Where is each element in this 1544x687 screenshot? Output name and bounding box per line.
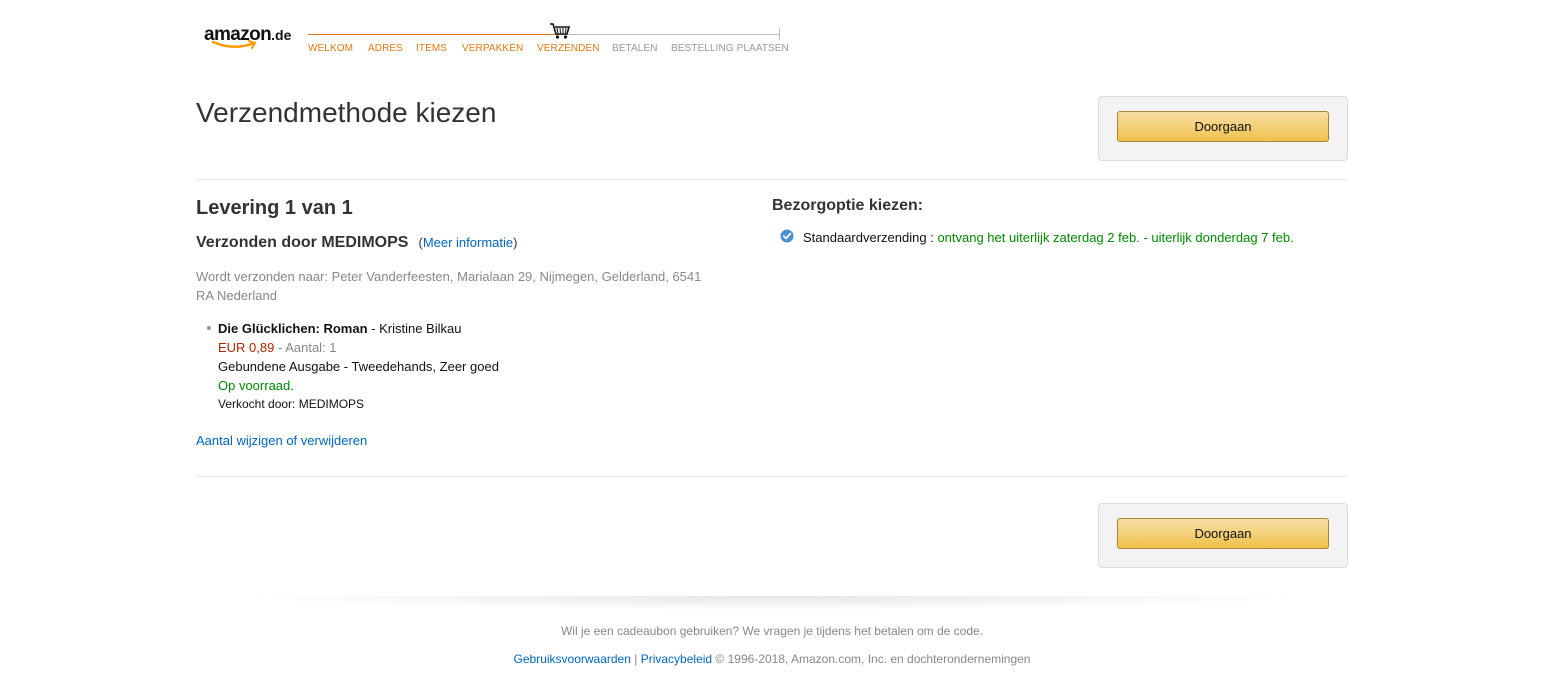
step-betalen: BETALEN (612, 43, 658, 54)
more-info-close-paren: ) (513, 235, 518, 250)
amazon-logo[interactable]: amazon.de (204, 24, 304, 54)
shipped-by-heading: Verzonden door MEDIMOPS (Meer informatie) (196, 233, 517, 253)
shipping-option-heading: Bezorgoptie kiezen: (772, 197, 924, 214)
footer-legal: Gebruiksvoorwaarden | Privacybeleid © 19… (0, 651, 1544, 667)
smile-arrow-icon (212, 40, 257, 49)
item-sold-by: Verkocht door: MEDIMOPS (218, 397, 365, 411)
step-welkom[interactable]: WELKOM (308, 43, 353, 55)
item-price-line: EUR 0,89 - Aantal: 1 (218, 338, 337, 357)
item-title-line: Die Glücklichen: Roman - Kristine Bilkau (218, 319, 461, 338)
more-info-wrapper: (Meer informatie) (418, 235, 517, 250)
item-title: Die Glücklichen: Roman (218, 321, 368, 336)
step-bestelling-plaatsen: BESTELLING PLAATSEN (671, 43, 789, 54)
ship-to-address: Wordt verzonden naar: Peter Vanderfeeste… (196, 269, 702, 303)
continue-button-top[interactable]: Doorgaan (1117, 111, 1329, 142)
shipping-option-eta: ontvang het uiterlijk zaterdag 2 feb. - … (937, 230, 1294, 245)
item-quantity: - Aantal: 1 (274, 340, 337, 355)
item-author: - Kristine Bilkau (367, 321, 462, 336)
selected-radio-check-icon[interactable] (780, 229, 794, 243)
logo-tld: .de (271, 27, 292, 43)
footer-separator: | (630, 652, 641, 666)
continue-box-top: Doorgaan (1098, 96, 1348, 161)
step-verpakken[interactable]: VERPAKKEN (462, 43, 523, 55)
step-adres[interactable]: ADRES (368, 43, 403, 55)
item-price: EUR 0,89 (218, 340, 275, 355)
terms-link[interactable]: Gebruiksvoorwaarden (514, 652, 631, 666)
continue-box-bottom: Doorgaan (1098, 503, 1348, 568)
divider-top (196, 179, 1347, 180)
step-items[interactable]: ITEMS (416, 43, 447, 55)
footer-shadow (236, 596, 1308, 610)
shipping-option-standard[interactable]: Standaardverzending : ontvang het uiterl… (803, 229, 1294, 247)
progress-line-completed (308, 34, 558, 35)
shipping-option-separator: : (926, 230, 938, 245)
more-info-link[interactable]: Meer informatie (423, 235, 513, 250)
item-stock-status: Op voorraad. (218, 378, 294, 393)
progress-end-tick (779, 28, 780, 40)
shipping-option-name: Standaardverzending (803, 230, 927, 245)
shipped-by-text: Verzonden door MEDIMOPS (196, 234, 409, 251)
shopping-cart-icon (550, 23, 571, 39)
divider-bottom (196, 476, 1347, 477)
list-bullet (207, 326, 211, 330)
step-verzenden: VERZENDEN (537, 43, 600, 54)
item-format: Gebundene Ausgabe - Tweedehands, Zeer go… (218, 359, 499, 374)
privacy-link[interactable]: Privacybeleid (641, 652, 712, 666)
gift-card-note: Wil je een cadeaubon gebruiken? We vrage… (560, 624, 984, 638)
change-quantity-link[interactable]: Aantal wijzigen of verwijderen (196, 431, 367, 450)
page-title: Verzendmethode kiezen (196, 97, 497, 128)
copyright-text: © 1996-2018, Amazon.com, Inc. en dochter… (712, 652, 1031, 666)
progress-line-remaining (558, 34, 780, 35)
continue-button-bottom[interactable]: Doorgaan (1117, 518, 1329, 549)
delivery-heading: Levering 1 van 1 (196, 197, 353, 219)
